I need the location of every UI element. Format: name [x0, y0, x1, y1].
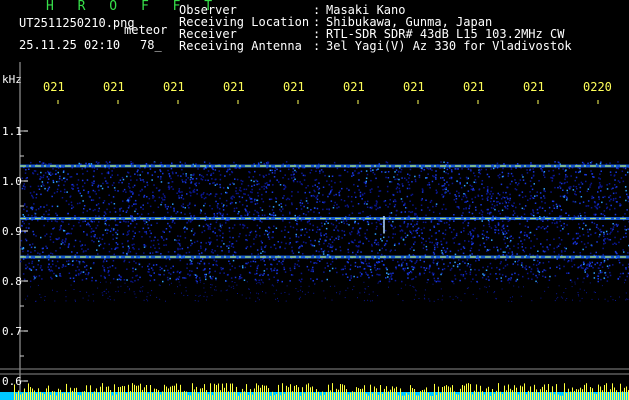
x-tick-label: 0220: [583, 80, 612, 94]
value-antenna: 3el Yagi(V) Az 330 for Vladivostok: [326, 39, 572, 53]
spectrogram: [0, 62, 629, 400]
detection-tag: meteor: [124, 23, 168, 37]
file-name: UT2511250210.png: [19, 16, 135, 30]
y-tick-label: 0.7: [2, 325, 22, 338]
x-tick-label: 021: [223, 80, 245, 94]
x-tick-label: 021: [463, 80, 485, 94]
y-tick-label: 0.8: [2, 275, 22, 288]
x-tick-label: 021: [283, 80, 305, 94]
hroft-screen: H R O F F T UT2511250210.png meteor 25.1…: [0, 0, 629, 400]
y-tick-label: 0.9: [2, 225, 22, 238]
count-value: 78_: [140, 38, 162, 52]
level-bar: [0, 383, 629, 400]
x-tick-label: 021: [523, 80, 545, 94]
x-tick-label: 021: [103, 80, 125, 94]
noise-field: [20, 161, 629, 302]
x-tick-label: 021: [343, 80, 365, 94]
x-tick-label: 021: [163, 80, 185, 94]
separator: :: [313, 39, 321, 53]
label-antenna: Receiving Antenna: [179, 39, 302, 53]
y-tick-label: 0.6: [2, 375, 22, 388]
y-tick-label: 1.1: [2, 125, 22, 138]
y-tick-label: 1.0: [2, 175, 22, 188]
timestamp: 25.11.25 02:10: [19, 38, 121, 52]
x-tick-label: 021: [403, 80, 425, 94]
x-tick-label: 021: [43, 80, 65, 94]
